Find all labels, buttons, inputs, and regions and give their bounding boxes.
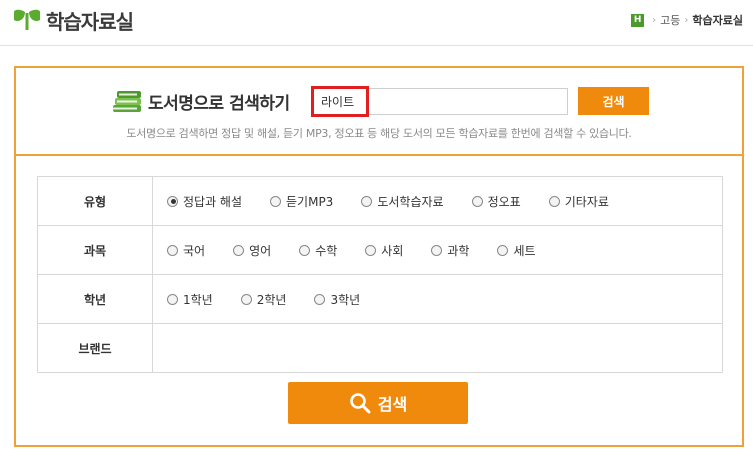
radio-type-listening[interactable]: 듣기MP3 — [270, 193, 333, 210]
search-magnifier-icon — [349, 393, 371, 414]
radio-icon[interactable] — [233, 244, 245, 256]
filter-label-subject: 과목 — [37, 225, 153, 275]
home-h-icon[interactable]: H — [631, 13, 645, 27]
chevron-right-icon: › — [652, 14, 657, 26]
radio-type-book-material[interactable]: 도서학습자료 — [361, 193, 444, 210]
radio-type-errata[interactable]: 정오표 — [471, 193, 521, 210]
radio-icon[interactable] — [431, 244, 443, 256]
radio-icon[interactable] — [299, 244, 311, 256]
radio-subject-math[interactable]: 수학 — [299, 242, 337, 259]
search-button-label: 검색 — [377, 395, 408, 414]
option-label: 정오표 — [487, 194, 521, 209]
option-label: 도서학습자료 — [377, 194, 444, 209]
books-icon — [113, 91, 141, 112]
radio-grade-2[interactable]: 2학년 — [240, 291, 287, 308]
option-label: 국어 — [183, 243, 206, 258]
breadcrumb: H › 고등 › 학습자료실 — [631, 12, 743, 28]
option-label: 정답과 해설 — [183, 194, 243, 209]
filter-options-subject: 국어 영어 수학 사회 과학 세트 — [152, 225, 723, 275]
radio-icon[interactable] — [365, 244, 377, 256]
radio-subject-korean[interactable]: 국어 — [167, 242, 205, 259]
option-label: 세트 — [513, 243, 536, 258]
option-label: 과학 — [447, 243, 470, 258]
option-label: 수학 — [315, 243, 338, 258]
radio-icon[interactable] — [314, 293, 326, 305]
radio-icon[interactable] — [497, 244, 509, 256]
radio-icon[interactable] — [167, 244, 178, 256]
search-panel: 도서명으로 검색하기 검색 도서명으로 검색하면 정답 및 해설, 듣기 MP3… — [14, 66, 744, 447]
radio-grade-1[interactable]: 1학년 — [167, 291, 213, 308]
radio-subject-social[interactable]: 사회 — [365, 242, 403, 259]
radio-icon[interactable] — [240, 293, 252, 305]
radio-type-answer[interactable]: 정답과 해설 — [167, 193, 242, 210]
header: 학습자료실 H › 고등 › 학습자료실 — [0, 0, 753, 46]
book-search-title: 도서명으로 검색하기 — [148, 94, 290, 114]
book-title-input[interactable] — [313, 89, 567, 114]
radio-subject-science[interactable]: 과학 — [431, 242, 469, 259]
option-label: 사회 — [381, 243, 404, 258]
chevron-right-icon: › — [684, 14, 689, 26]
breadcrumb-current: 학습자료실 — [692, 14, 743, 27]
radio-checked-icon[interactable] — [167, 195, 178, 207]
filter-table: 유형 정답과 해설 듣기MP3 도서학습자료 정오표 기타자료 과목 국어 영어… — [37, 176, 723, 373]
radio-subject-set[interactable]: 세트 — [497, 242, 536, 259]
option-label: 1학년 — [183, 292, 213, 307]
book-search-description: 도서명으로 검색하면 정답 및 해설, 듣기 MP3, 정오표 등 해당 도서의… — [126, 127, 632, 140]
filter-options-grade: 1학년 2학년 3학년 — [152, 274, 723, 324]
search-button[interactable]: 검색 — [288, 382, 468, 424]
filter-label-grade: 학년 — [37, 274, 153, 324]
filter-options-brand — [152, 323, 723, 373]
filter-row-type: 유형 정답과 해설 듣기MP3 도서학습자료 정오표 기타자료 — [37, 176, 723, 226]
filter-options-type: 정답과 해설 듣기MP3 도서학습자료 정오표 기타자료 — [152, 176, 723, 226]
option-label: 기타자료 — [564, 194, 609, 209]
radio-icon[interactable] — [471, 195, 483, 207]
book-search-button[interactable]: 검색 — [578, 87, 649, 115]
option-label: 2학년 — [256, 292, 287, 307]
book-search-section: 도서명으로 검색하기 검색 도서명으로 검색하면 정답 및 해설, 듣기 MP3… — [16, 68, 742, 156]
breadcrumb-level[interactable]: 고등 — [660, 12, 680, 28]
logo-leaf-icon — [14, 9, 40, 30]
filter-row-grade: 학년 1학년 2학년 3학년 — [37, 274, 723, 324]
option-label: 영어 — [249, 243, 272, 258]
radio-icon[interactable] — [548, 195, 560, 207]
book-search-input-box — [311, 86, 568, 117]
filter-row-subject: 과목 국어 영어 수학 사회 과학 세트 — [37, 225, 723, 275]
option-label: 3학년 — [330, 292, 361, 307]
filter-label-brand: 브랜드 — [37, 323, 153, 373]
logo-text: 학습자료실 — [46, 9, 134, 34]
filter-label-type: 유형 — [37, 176, 153, 226]
radio-type-other[interactable]: 기타자료 — [548, 193, 609, 210]
radio-icon[interactable] — [270, 195, 282, 207]
radio-grade-3[interactable]: 3학년 — [314, 291, 360, 308]
radio-subject-english[interactable]: 영어 — [233, 242, 271, 259]
option-label: 듣기MP3 — [286, 194, 334, 209]
radio-icon[interactable] — [167, 293, 178, 305]
radio-icon[interactable] — [361, 195, 373, 207]
logo[interactable]: 학습자료실 — [11, 6, 134, 34]
filter-row-brand: 브랜드 — [37, 323, 723, 373]
